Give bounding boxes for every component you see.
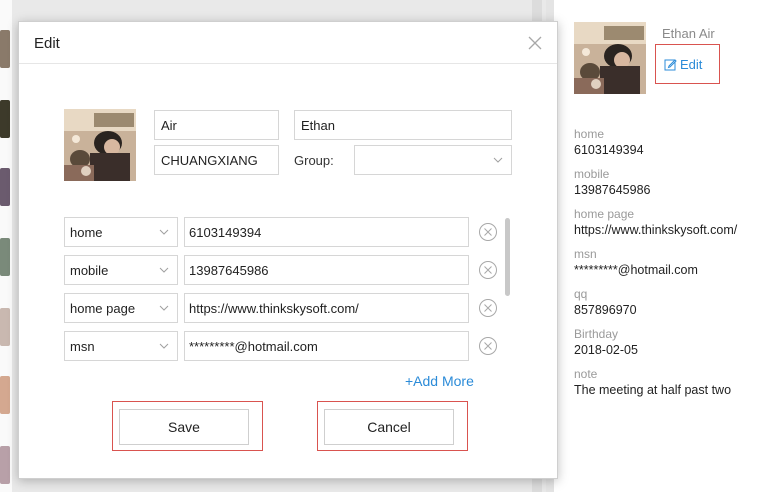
chevron-down-icon: [159, 267, 169, 273]
first-name-field[interactable]: Air: [154, 110, 279, 140]
contact-fields-list: home 6103149394 mobile 13987645986 home …: [64, 217, 504, 369]
field-type-select[interactable]: mobile: [64, 255, 178, 285]
contact-thumbnail[interactable]: [0, 30, 10, 68]
detail-fields: home 6103149394 mobile 13987645986 home …: [574, 126, 737, 406]
dialog-header: Edit: [19, 22, 557, 64]
remove-circle-icon[interactable]: [478, 336, 498, 356]
add-more-link[interactable]: +Add More: [405, 373, 474, 389]
last-name-field[interactable]: Ethan: [294, 110, 512, 140]
contact-field-row: mobile 13987645986: [64, 255, 504, 293]
detail-field-value: *********@hotmail.com: [574, 263, 698, 277]
contact-list-strip: [0, 0, 12, 492]
contact-field-row: home 6103149394: [64, 217, 504, 255]
detail-avatar: [574, 22, 646, 94]
edit-icon: [664, 58, 677, 70]
detail-field-value: 6103149394: [574, 143, 644, 157]
contact-name: Ethan Air: [662, 26, 715, 41]
detail-field-value: https://www.thinkskysoft.com/: [574, 223, 738, 237]
remove-circle-icon[interactable]: [478, 222, 498, 242]
detail-field: qq 857896970: [574, 286, 737, 326]
contact-thumbnail[interactable]: [0, 376, 10, 414]
remove-circle-icon[interactable]: [478, 298, 498, 318]
fields-scrollbar[interactable]: [505, 218, 510, 296]
field-type-value: home page: [70, 300, 136, 316]
detail-field-value: 13987645986: [574, 183, 651, 197]
company-field[interactable]: CHUANGXIANG: [154, 145, 279, 175]
field-value-input[interactable]: https://www.thinkskysoft.com/: [184, 293, 469, 323]
field-type-value: mobile: [70, 262, 109, 278]
chevron-down-icon: [159, 305, 169, 311]
contact-thumbnail[interactable]: [0, 100, 10, 138]
save-button[interactable]: Save: [119, 409, 249, 445]
contact-field-row: home page https://www.thinkskysoft.com/: [64, 293, 504, 331]
close-icon[interactable]: [525, 33, 545, 53]
detail-field: note The meeting at half past two: [574, 366, 737, 406]
detail-field-label: msn: [574, 247, 597, 261]
detail-field-value: The meeting at half past two: [574, 383, 732, 397]
detail-field-label: home page: [574, 207, 635, 221]
chevron-down-icon: [159, 343, 169, 349]
field-type-select[interactable]: home: [64, 217, 178, 247]
edit-contact-link[interactable]: Edit: [655, 44, 720, 84]
contact-thumbnail[interactable]: [0, 308, 10, 346]
dialog-title: Edit: [34, 35, 60, 52]
detail-field: msn *********@hotmail.com: [574, 246, 737, 286]
detail-field-label: note: [574, 367, 598, 381]
edit-dialog: Edit Air Ethan CHUANGXIANG Group: home 6…: [18, 21, 558, 479]
field-type-select[interactable]: home page: [64, 293, 178, 323]
field-value-input[interactable]: 13987645986: [184, 255, 469, 285]
chevron-down-icon: [159, 229, 169, 235]
detail-field: Birthday 2018-02-05: [574, 326, 737, 366]
detail-field: home 6103149394: [574, 126, 737, 166]
contact-thumbnail[interactable]: [0, 238, 10, 276]
detail-field-label: mobile: [574, 167, 610, 181]
detail-field-label: home: [574, 127, 605, 141]
detail-field: mobile 13987645986: [574, 166, 737, 206]
group-label: Group:: [294, 153, 334, 168]
cancel-button[interactable]: Cancel: [324, 409, 454, 445]
contact-thumbnail[interactable]: [0, 446, 10, 484]
contact-thumbnail[interactable]: [0, 168, 10, 206]
detail-field-value: 2018-02-05: [574, 343, 638, 357]
field-type-select[interactable]: msn: [64, 331, 178, 361]
detail-field-value: 857896970: [574, 303, 637, 317]
contact-field-row: msn *********@hotmail.com: [64, 331, 504, 369]
edit-link-label: Edit: [680, 56, 703, 72]
contact-avatar[interactable]: [64, 109, 136, 181]
group-select[interactable]: [354, 145, 512, 175]
detail-field-label: Birthday: [574, 327, 619, 341]
remove-circle-icon[interactable]: [478, 260, 498, 280]
save-button-highlight: Save: [112, 401, 263, 451]
chevron-down-icon: [493, 157, 503, 163]
cancel-button-highlight: Cancel: [317, 401, 468, 451]
detail-field-label: qq: [574, 287, 588, 301]
contact-detail-panel: Ethan Air Edit home 6103149394 mobile 13…: [554, 0, 762, 492]
field-value-input[interactable]: 6103149394: [184, 217, 469, 247]
field-type-value: home: [70, 224, 103, 240]
field-value-input[interactable]: *********@hotmail.com: [184, 331, 469, 361]
field-type-value: msn: [70, 338, 95, 354]
detail-field: home page https://www.thinkskysoft.com/: [574, 206, 737, 246]
